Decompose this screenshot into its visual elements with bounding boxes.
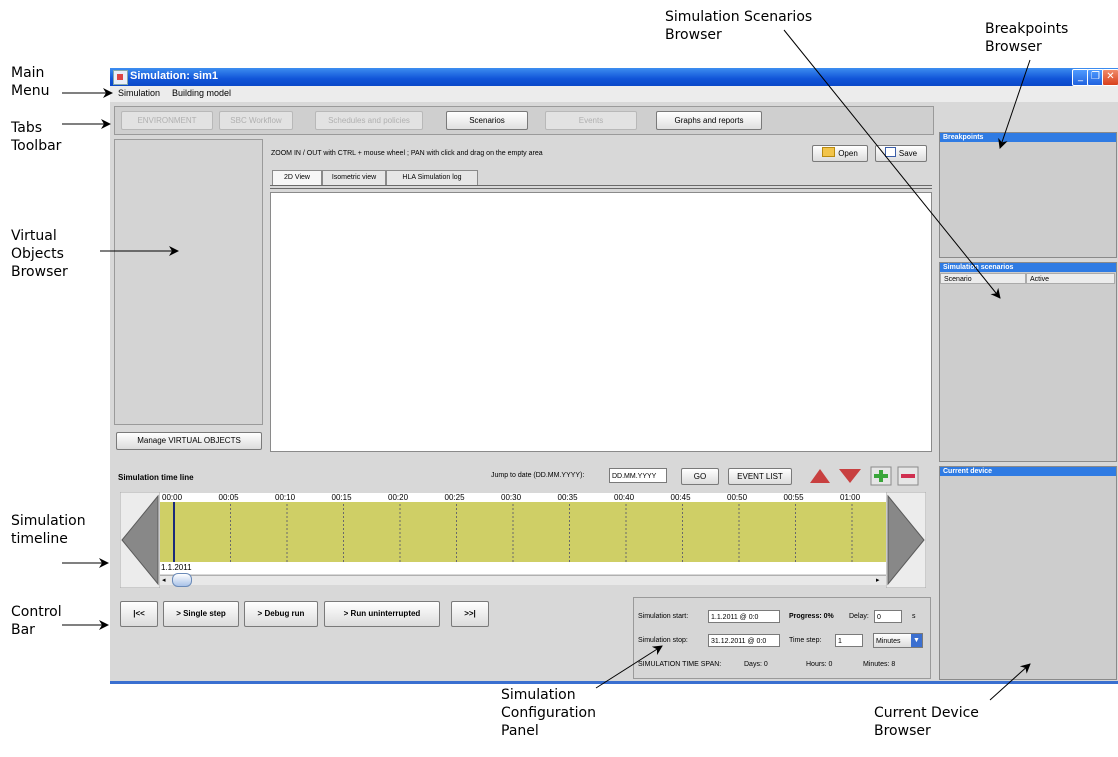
time-span-label: SIMULATION TIME SPAN: xyxy=(638,661,722,668)
folder-icon xyxy=(822,147,836,157)
app-icon xyxy=(113,70,128,85)
annotation-virtual-objects: Virtual Objects Browser xyxy=(11,228,68,280)
last-step-button[interactable]: >>| xyxy=(451,601,489,627)
breakpoints-browser[interactable]: Breakpoints xyxy=(939,132,1117,258)
progress-label: Progress: 0% xyxy=(789,613,834,620)
single-step-button[interactable]: > Single step xyxy=(163,601,239,627)
jump-to-date-label: Jump to date (DD.MM.YYYY): xyxy=(491,472,585,479)
delay-input[interactable]: 0 xyxy=(874,610,902,623)
window-title: Simulation: sim1 xyxy=(130,70,219,82)
scroll-left-icon[interactable]: ◂ xyxy=(162,576,166,584)
event-list-button[interactable]: EVENT LIST xyxy=(728,468,792,485)
time-step-label: Time step: xyxy=(789,637,822,644)
timeline-tick-label: 00:40 xyxy=(614,493,635,502)
breakpoints-header: Breakpoints xyxy=(940,133,1116,142)
open-button[interactable]: Open xyxy=(812,145,868,162)
timeline-date-row: 1.1.2011 xyxy=(160,562,886,574)
tab-strip-line-2 xyxy=(270,188,932,189)
first-step-button[interactable]: |<< xyxy=(120,601,158,627)
save-icon xyxy=(884,147,896,157)
menu-simulation[interactable]: Simulation xyxy=(118,88,160,98)
simulation-config-panel: Simulation start: 1.1.2011 @ 0:0 Progres… xyxy=(633,597,931,679)
tab-2d-view[interactable]: 2D View xyxy=(272,170,322,186)
tabs-toolbar: ENVIRONMENT SBC Workflow Schedules and p… xyxy=(114,106,934,135)
timeline-tick-label: 01:00 xyxy=(840,493,861,502)
timeline-tick-label: 00:25 xyxy=(445,493,466,502)
delay-unit: s xyxy=(912,613,916,620)
plus-icon-h xyxy=(874,474,888,478)
timeline-zoom-controls xyxy=(810,466,919,486)
sim-stop-label: Simulation stop: xyxy=(638,637,688,644)
timeline-tick-label: 00:35 xyxy=(558,493,579,502)
chevron-down-icon: ▼ xyxy=(911,634,922,647)
manage-virtual-objects-button[interactable]: Manage VIRTUAL OBJECTS xyxy=(116,432,262,450)
annotation-scenarios-browser: Simulation Scenarios Browser xyxy=(665,9,813,43)
timeline-tick-label: 00:55 xyxy=(784,493,805,502)
timeline-tick-label: 00:15 xyxy=(332,493,353,502)
simulation-scenarios-browser[interactable]: Simulation scenarios Scenario Active xyxy=(939,262,1117,462)
timeline-tick-label: 00:05 xyxy=(219,493,240,502)
delay-label: Delay: xyxy=(849,613,869,620)
sim-stop-input[interactable]: 31.12.2011 @ 0:0 xyxy=(708,634,780,647)
scenarios-header: Simulation scenarios xyxy=(940,263,1116,272)
time-span-minutes: Minutes: 8 xyxy=(863,661,896,668)
tab-schedules-policies[interactable]: Schedules and policies xyxy=(315,111,423,130)
tab-sbc-workflow[interactable]: SBC Workflow xyxy=(219,111,293,130)
column-active[interactable]: Active xyxy=(1026,273,1115,284)
tab-graphs-reports[interactable]: Graphs and reports xyxy=(656,111,762,130)
timeline-tick-label: 00:00 xyxy=(162,493,183,502)
timeline-tick-label: 00:45 xyxy=(671,493,692,502)
tab-hla-simulation-log[interactable]: HLA Simulation log xyxy=(386,170,478,186)
virtual-objects-browser[interactable] xyxy=(114,139,263,425)
go-button[interactable]: GO xyxy=(681,468,719,485)
sim-start-input[interactable]: 1.1.2011 @ 0:0 xyxy=(708,610,780,623)
current-device-browser[interactable]: Current device xyxy=(939,466,1117,680)
debug-run-button[interactable]: > Debug run xyxy=(244,601,318,627)
2d-view-canvas[interactable] xyxy=(270,192,932,452)
timeline-date: 1.1.2011 xyxy=(161,563,192,572)
timeline-scrollbar[interactable]: ◂ ▸ xyxy=(160,573,886,587)
timeline-title: Simulation time line xyxy=(118,473,194,482)
simulation-window: Simulation: sim1 _ ❐ ✕ Simulation Buildi… xyxy=(110,68,1118,684)
timeline-tick-label: 00:10 xyxy=(275,493,296,502)
timeline-left-scroll[interactable] xyxy=(120,492,160,588)
annotation-tabs-toolbar: Tabs Toolbar xyxy=(11,120,62,154)
jump-date-input[interactable]: DD.MM.YYYY xyxy=(609,468,667,483)
annotation-sim-timeline: Simulation timeline xyxy=(11,513,86,547)
tab-isometric-view[interactable]: Isometric view xyxy=(322,170,386,186)
time-span-hours: Hours: 0 xyxy=(806,661,833,668)
current-device-header: Current device xyxy=(940,467,1116,476)
menu-building-model[interactable]: Building model xyxy=(172,88,231,98)
annotation-current-device: Current Device Browser xyxy=(874,705,979,739)
sim-start-label: Simulation start: xyxy=(638,613,689,620)
triangle-up-icon[interactable] xyxy=(810,469,830,483)
scroll-right-icon[interactable]: ▸ xyxy=(876,576,880,584)
annotation-control-bar: Control Bar xyxy=(11,604,62,638)
scroll-thumb[interactable] xyxy=(172,573,192,587)
main-menu: Simulation Building model xyxy=(110,86,1118,102)
time-span-days: Days: 0 xyxy=(744,661,768,668)
annotation-main-menu: Main Menu xyxy=(11,65,50,99)
minus-icon xyxy=(901,474,915,478)
run-uninterrupted-button[interactable]: > Run uninterrupted xyxy=(324,601,440,627)
tab-scenarios[interactable]: Scenarios xyxy=(446,111,528,130)
zoom-pan-hint: ZOOM IN / OUT with CTRL + mouse wheel ; … xyxy=(271,150,543,157)
save-button[interactable]: Save xyxy=(875,145,927,162)
close-button[interactable]: ✕ xyxy=(1102,69,1118,86)
timeline-tick-label: 00:20 xyxy=(388,493,409,502)
time-step-input[interactable]: 1 xyxy=(835,634,863,647)
tab-environment[interactable]: ENVIRONMENT xyxy=(121,111,213,130)
time-unit-select[interactable]: Minutes ▼ xyxy=(873,633,923,648)
annotation-sim-config: Simulation Configuration Panel xyxy=(501,687,596,739)
annotation-breakpoints-browser: Breakpoints Browser xyxy=(985,21,1069,55)
tab-events[interactable]: Events xyxy=(545,111,637,130)
tab-strip-line xyxy=(270,185,932,186)
title-bar[interactable]: Simulation: sim1 _ ❐ ✕ xyxy=(110,68,1118,86)
column-scenario[interactable]: Scenario xyxy=(940,273,1026,284)
timeline-right-scroll[interactable] xyxy=(886,492,926,588)
triangle-down-icon[interactable] xyxy=(839,469,861,483)
timeline-tick-label: 00:30 xyxy=(501,493,522,502)
timeline-tick-label: 00:50 xyxy=(727,493,748,502)
